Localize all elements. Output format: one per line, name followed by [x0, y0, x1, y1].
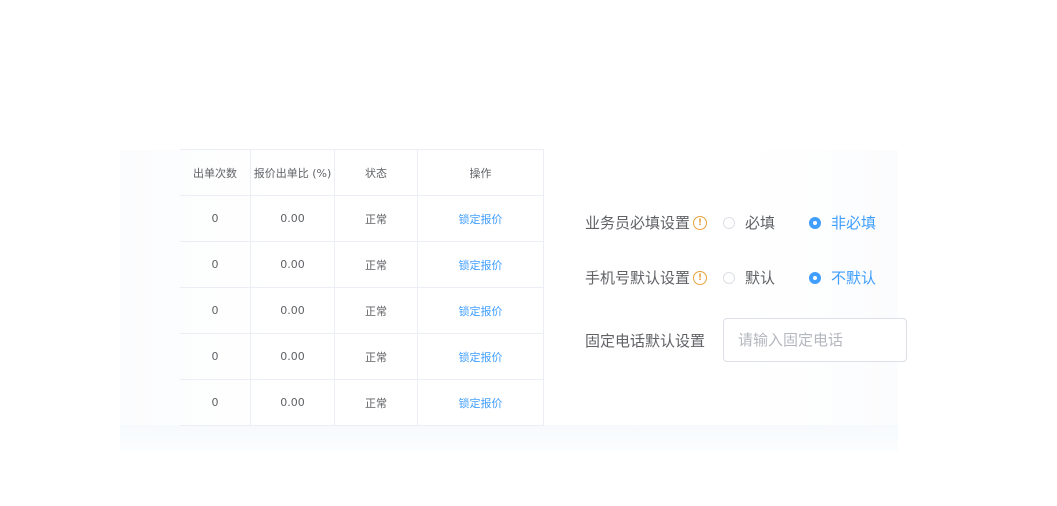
cell-quote-ratio: 0.00	[250, 241, 335, 288]
radio-label: 不默认	[831, 269, 877, 287]
cell-action: 锁定报价	[417, 195, 544, 242]
column-header-status[interactable]: 状态	[334, 149, 418, 196]
radio-label: 必填	[745, 214, 776, 232]
salesman-required-label: 业务员必填设置	[585, 214, 691, 232]
warning-icon[interactable]: !	[693, 215, 708, 230]
radio-not-default[interactable]: 不默认	[809, 267, 876, 288]
cell-action: 锁定报价	[417, 241, 544, 288]
radio-checked-icon	[809, 216, 822, 229]
warning-icon[interactable]: !	[693, 270, 708, 285]
cell-order-count: 0	[180, 379, 251, 426]
phone-default-row: 手机号默认设置 ! 默认 不默认	[585, 267, 876, 288]
cell-quote-ratio: 0.00	[250, 287, 335, 334]
radio-circle-icon	[723, 271, 736, 284]
lock-quote-link[interactable]: 锁定报价	[459, 259, 503, 272]
landline-default-row: 固定电话默认设置	[585, 318, 908, 362]
salesman-required-row: 业务员必填设置 ! 必填 非必填	[585, 212, 876, 233]
cell-action: 锁定报价	[417, 333, 544, 380]
page: 出单次数 报价出单比 (%) 状态 操作 0 0.00 正常 锁定报价 0 0.…	[0, 0, 1057, 506]
lock-quote-link[interactable]: 锁定报价	[459, 397, 503, 410]
cell-quote-ratio: 0.00	[250, 333, 335, 380]
lock-quote-link[interactable]: 锁定报价	[459, 213, 503, 226]
column-header-quote-ratio[interactable]: 报价出单比 (%)	[250, 149, 335, 196]
cell-quote-ratio: 0.00	[250, 195, 335, 242]
cell-order-count: 0	[180, 195, 251, 242]
column-header-actions[interactable]: 操作	[417, 149, 544, 196]
column-header-order-count[interactable]: 出单次数	[180, 149, 251, 196]
cell-quote-ratio: 0.00	[250, 379, 335, 426]
radio-checked-icon	[809, 271, 822, 284]
cell-order-count: 0	[180, 287, 251, 334]
cell-status: 正常	[334, 241, 418, 288]
landline-input[interactable]	[723, 318, 908, 362]
cell-order-count: 0	[180, 241, 251, 288]
radio-default[interactable]: 默认	[723, 267, 775, 288]
radio-label: 默认	[745, 269, 776, 287]
lock-quote-link[interactable]: 锁定报价	[459, 351, 503, 364]
table-row: 0 0.00 正常 锁定报价	[180, 195, 544, 242]
landline-default-label: 固定电话默认设置	[585, 331, 706, 350]
cell-order-count: 0	[180, 333, 251, 380]
radio-required[interactable]: 必填	[723, 212, 775, 233]
panel-footer-strip	[120, 425, 898, 451]
table-row: 0 0.00 正常 锁定报价	[180, 241, 544, 288]
table-row: 0 0.00 正常 锁定报价	[180, 379, 544, 426]
cell-action: 锁定报价	[417, 379, 544, 426]
table-row: 0 0.00 正常 锁定报价	[180, 287, 544, 334]
cell-status: 正常	[334, 333, 418, 380]
cell-status: 正常	[334, 287, 418, 334]
cell-status: 正常	[334, 195, 418, 242]
data-table: 出单次数 报价出单比 (%) 状态 操作 0 0.00 正常 锁定报价 0 0.…	[180, 149, 544, 426]
table-header-row: 出单次数 报价出单比 (%) 状态 操作	[180, 149, 544, 196]
table-row: 0 0.00 正常 锁定报价	[180, 333, 544, 380]
radio-not-required[interactable]: 非必填	[809, 212, 876, 233]
cell-status: 正常	[334, 379, 418, 426]
lock-quote-link[interactable]: 锁定报价	[459, 305, 503, 318]
phone-default-label: 手机号默认设置	[585, 269, 691, 287]
radio-label: 非必填	[831, 214, 877, 232]
cell-action: 锁定报价	[417, 287, 544, 334]
radio-circle-icon	[723, 216, 736, 229]
